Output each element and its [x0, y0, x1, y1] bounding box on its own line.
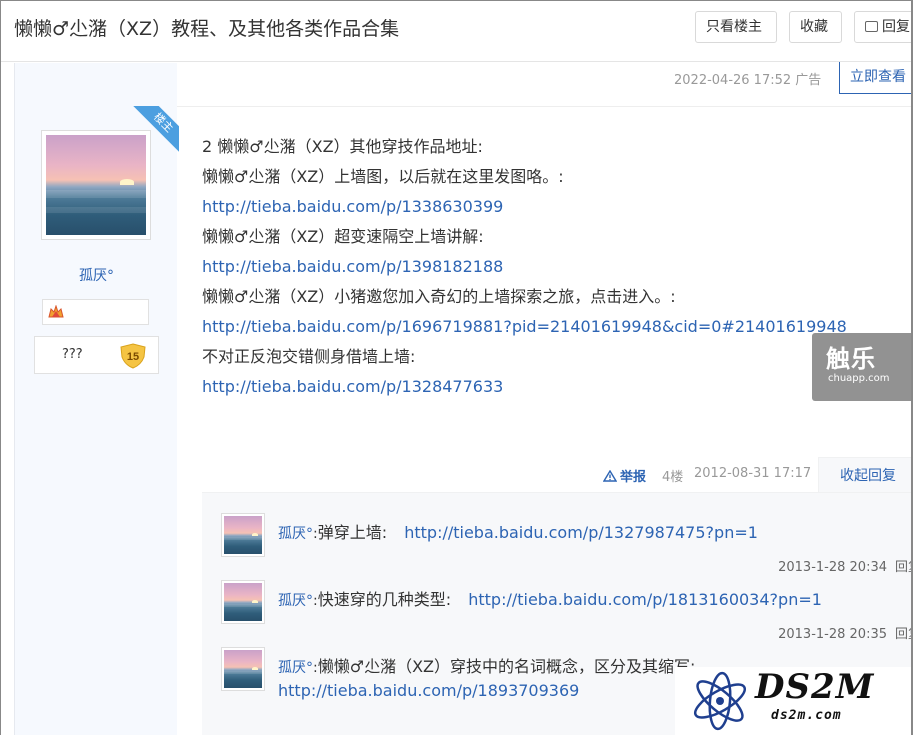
author-icon-box [42, 299, 149, 325]
sub-reply-user[interactable]: 孤厌° [278, 593, 313, 609]
op-badge: 楼主 [133, 106, 179, 152]
sub-reply-content: 懒懒♂尐潴（XZ）穿技中的名词概念，区分及其缩写: [317, 657, 696, 676]
op-badge-label: 楼主 [133, 106, 179, 152]
chuapp-logo-text: 触乐 [826, 345, 876, 373]
divider [177, 106, 913, 107]
author-name[interactable]: 孤厌° [15, 265, 178, 285]
sub-reply-user[interactable]: 孤厌° [278, 660, 313, 676]
sub-reply-text: 孤厌°:快速穿的几种类型: http://tieba.baidu.com/p/1… [278, 588, 822, 613]
thread-title: 懒懒♂尐潴（XZ）教程、及其他各类作品合集 [14, 18, 400, 40]
sub-reply-text: 孤厌°:弹穿上墙: http://tieba.baidu.com/p/13279… [278, 521, 758, 546]
post-link[interactable]: http://tieba.baidu.com/p/1398182188 [202, 252, 847, 282]
post-text-line: 懒懒♂尐潴（XZ）上墙图，以后就在这里发图咯。: [202, 167, 564, 186]
ds2m-watermark: DS2M ds2m.com [675, 667, 913, 735]
sub-reply-content: 快速穿的几种类型: [317, 590, 452, 609]
sub-reply-avatar[interactable] [221, 647, 265, 691]
sub-reply-text: 孤厌°:懒懒♂尐潴（XZ）穿技中的名词概念，区分及其缩写: [278, 655, 695, 680]
post-link[interactable]: http://tieba.baidu.com/p/1338630399 [202, 192, 847, 222]
avatar-image [46, 135, 146, 235]
sub-reply-meta: 2013-1-28 20:34回复 [778, 556, 913, 575]
post-time: 2012-08-31 17:17 [694, 466, 812, 481]
fire-icon[interactable] [48, 305, 64, 319]
ad-meta: 2022-04-26 17:52 广告 [674, 69, 821, 88]
level-box[interactable]: ??? 15 [34, 336, 159, 374]
sub-reply-user[interactable]: 孤厌° [278, 526, 313, 542]
fold-replies-button[interactable]: 收起回复 [818, 457, 913, 493]
post-link[interactable]: http://tieba.baidu.com/p/1696719881?pid=… [202, 312, 847, 342]
sub-reply-link[interactable]: http://tieba.baidu.com/p/1327987475?pn=1 [404, 523, 758, 542]
reply-button[interactable]: 回复 [854, 11, 913, 43]
chuapp-domain: chuapp.com [828, 373, 890, 384]
report-link[interactable]: 举报 [603, 466, 646, 485]
favorite-button[interactable]: 收藏 [789, 11, 842, 43]
ds2m-domain: ds2m.com [771, 708, 842, 723]
level-name: ??? [62, 347, 83, 362]
atom-logo-icon [693, 671, 747, 731]
ds2m-logo-text: DS2M [755, 667, 875, 707]
post-link[interactable]: http://tieba.baidu.com/p/1328477633 [202, 372, 847, 402]
frame-top [0, 0, 913, 1]
warning-icon [603, 470, 617, 482]
post-text-line: 不对正反泡交错侧身借墙上墙: [202, 347, 416, 366]
floor-number: 4楼 [662, 470, 684, 485]
author-sidebar: 楼主 孤厌° ??? 15 [14, 63, 179, 735]
view-now-button[interactable]: 立即查看 [839, 62, 913, 94]
chuapp-watermark: 触乐 chuapp.com [812, 333, 913, 401]
level-number: 15 [127, 351, 139, 363]
only-op-button[interactable]: 只看楼主 [695, 11, 777, 43]
sub-reply-time: 2013-1-28 20:35 [778, 627, 887, 642]
ad-label: 广告 [795, 73, 822, 88]
post-text-line: 懒懒♂尐潴（XZ）超变速隔空上墙讲解: [202, 227, 484, 246]
reply-icon [865, 21, 878, 32]
sub-reply-meta: 2013-1-28 20:35回复 [778, 623, 913, 642]
sub-reply-avatar[interactable] [221, 513, 265, 557]
sub-reply-time: 2013-1-28 20:34 [778, 560, 887, 575]
ad-time: 2022-04-26 17:52 [674, 73, 792, 88]
sub-reply-avatar[interactable] [221, 580, 265, 624]
reply-button-label: 回复 [882, 19, 910, 35]
sub-reply-content: 弹穿上墙: [317, 523, 388, 542]
sub-reply-link[interactable]: http://tieba.baidu.com/p/1813160034?pn=1 [468, 590, 822, 609]
level-shield-icon: 15 [120, 343, 146, 369]
thread-header: 懒懒♂尐潴（XZ）教程、及其他各类作品合集 只看楼主 收藏 回复 [0, 0, 913, 62]
report-label: 举报 [620, 470, 647, 485]
post-content: 2 懒懒♂尐潴（XZ）其他穿技作品地址: 懒懒♂尐潴（XZ）上墙图，以后就在这里发… [202, 132, 847, 402]
post-text-line: 懒懒♂尐潴（XZ）小猪邀您加入奇幻的上墙探索之旅，点击进入。: [202, 287, 676, 306]
frame-left [0, 0, 1, 735]
sub-reply-link[interactable]: http://tieba.baidu.com/p/1893709369 [278, 681, 579, 700]
post-text-line: 2 懒懒♂尐潴（XZ）其他穿技作品地址: [202, 137, 483, 156]
